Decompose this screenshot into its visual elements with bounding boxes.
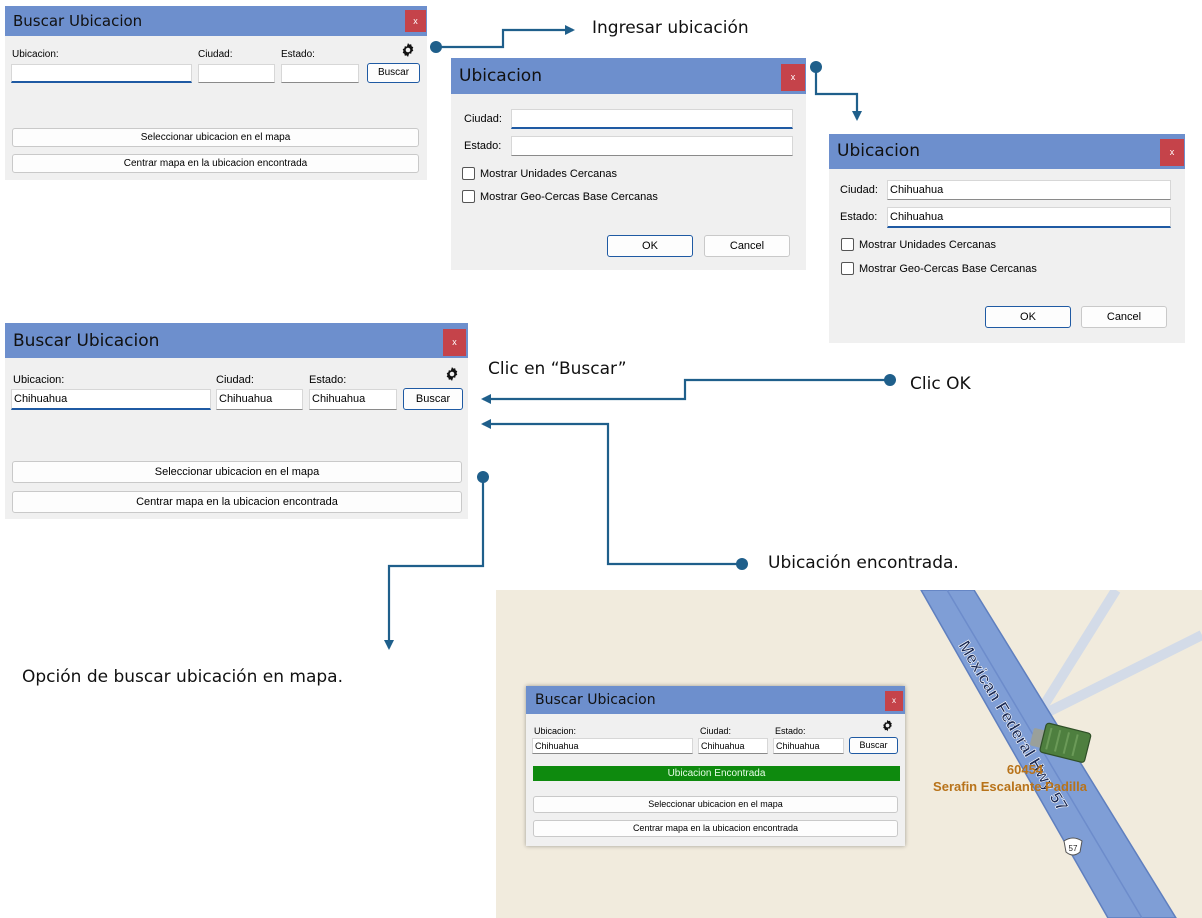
centrar-mapa-button[interactable]: Centrar mapa en la ubicacion encontrada (12, 154, 419, 173)
mostrar-unidades-checkbox[interactable]: Mostrar Unidades Cercanas (841, 238, 996, 251)
close-icon[interactable]: x (1160, 139, 1184, 166)
estado-input[interactable] (511, 136, 793, 156)
buscar-ubicacion-window-found: Buscar Ubicacion x Ubicacion: Ciudad: Es… (526, 686, 905, 846)
connector-dot (736, 558, 748, 570)
annotation-ubicacion-encontrada: Ubicación encontrada. (768, 553, 959, 573)
ciudad-label: Ciudad: (216, 374, 254, 386)
connector-dot (477, 471, 489, 483)
centrar-mapa-button[interactable]: Centrar mapa en la ubicacion encontrada (12, 491, 462, 513)
checkbox-box[interactable] (841, 238, 854, 251)
estado-label: Estado: (840, 211, 878, 223)
seleccionar-ubicacion-mapa-button[interactable]: Seleccionar ubicacion en el mapa (12, 128, 419, 147)
connector-dot (430, 41, 442, 53)
connector-dot (884, 374, 896, 386)
close-icon[interactable]: x (443, 329, 466, 356)
estado-label: Estado: (464, 140, 502, 152)
arrow-to-filled-dialog (814, 68, 862, 121)
estado-label: Estado: (309, 374, 347, 386)
seleccionar-ubicacion-mapa-button[interactable]: Seleccionar ubicacion en el mapa (533, 796, 898, 813)
ubicacion-input[interactable]: Chihuahua (11, 389, 211, 410)
seleccionar-ubicacion-mapa-button[interactable]: Seleccionar ubicacion en el mapa (12, 461, 462, 483)
ok-button[interactable]: OK (607, 235, 693, 257)
shield-number: 57 (1069, 844, 1078, 853)
checkbox-label: Mostrar Unidades Cercanas (859, 238, 996, 251)
ubicacion-label: Ubicacion: (12, 49, 59, 60)
gear-icon[interactable] (881, 719, 894, 732)
estado-input[interactable]: Chihuahua (887, 207, 1171, 228)
buscar-ubicacion-window-filled: Buscar Ubicacion x Ubicacion: Ciudad: Es… (5, 323, 468, 519)
annotation-clic-buscar: Clic en “Buscar” (488, 359, 627, 379)
checkbox-box[interactable] (462, 167, 475, 180)
cancel-button[interactable]: Cancel (704, 235, 790, 257)
dialog-title: Ubicacion (837, 141, 920, 161)
estado-input[interactable] (281, 64, 359, 83)
dialog-title: Ubicacion (459, 66, 542, 86)
ubicacion-input[interactable] (11, 64, 192, 83)
arrow-encontrada (481, 419, 741, 566)
close-icon[interactable]: x (885, 691, 903, 711)
ubicacion-label: Ubicacion: (534, 726, 577, 736)
gear-icon[interactable] (400, 42, 416, 58)
mostrar-geocercas-checkbox[interactable]: Mostrar Geo-Cercas Base Cercanas (462, 190, 658, 203)
arrow-clic-ok (481, 378, 888, 404)
ciudad-input[interactable]: Chihuahua (887, 180, 1171, 200)
close-icon[interactable]: x (781, 64, 805, 91)
highway-median (946, 590, 1143, 918)
buscar-button[interactable]: Buscar (367, 63, 420, 83)
ciudad-label: Ciudad: (464, 113, 502, 125)
ubicacion-input[interactable]: Chihuahua (532, 738, 693, 754)
ubicacion-dialog-empty: Ubicacion x Ciudad: Estado: Mostrar Unid… (451, 58, 806, 270)
annotation-ingresar-ubicacion: Ingresar ubicación (592, 18, 749, 38)
ubicacion-label: Ubicacion: (13, 374, 65, 386)
ciudad-label: Ciudad: (700, 726, 732, 736)
highway-shield-icon: 57 (1063, 837, 1083, 856)
title-bar: Buscar Ubicacion x (526, 686, 905, 714)
status-banner: Ubicacion Encontrada (533, 766, 900, 781)
connector-dot (810, 61, 822, 73)
checkbox-label: Mostrar Geo-Cercas Base Cercanas (859, 262, 1037, 275)
checkbox-box[interactable] (841, 262, 854, 275)
mostrar-geocercas-checkbox[interactable]: Mostrar Geo-Cercas Base Cercanas (841, 262, 1037, 275)
mostrar-unidades-checkbox[interactable]: Mostrar Unidades Cercanas (462, 167, 617, 180)
title-bar: Ubicacion x (829, 134, 1185, 169)
centrar-mapa-button[interactable]: Centrar mapa en la ubicacion encontrada (533, 820, 898, 837)
ubicacion-dialog-filled: Ubicacion x Ciudad: Chihuahua Estado: Ch… (829, 134, 1185, 343)
estado-input[interactable]: Chihuahua (773, 738, 844, 754)
checkbox-box[interactable] (462, 190, 475, 203)
ciudad-input[interactable] (511, 109, 793, 129)
unit-id-label: 60454 (1007, 762, 1044, 777)
ok-button[interactable]: OK (985, 306, 1071, 328)
arrow-to-dialog (436, 25, 575, 49)
buscar-button[interactable]: Buscar (849, 737, 898, 754)
annotation-clic-ok: Clic OK (910, 374, 971, 394)
checkbox-label: Mostrar Unidades Cercanas (480, 167, 617, 180)
window-title: Buscar Ubicacion (535, 692, 656, 708)
ciudad-input[interactable] (198, 64, 275, 83)
estado-label: Estado: (775, 726, 806, 736)
gear-icon[interactable] (444, 366, 460, 382)
ciudad-input[interactable]: Chihuahua (698, 738, 768, 754)
checkbox-label: Mostrar Geo-Cercas Base Cercanas (480, 190, 658, 203)
close-icon[interactable]: x (405, 10, 426, 32)
ciudad-input[interactable]: Chihuahua (216, 389, 303, 410)
estado-input[interactable]: Chihuahua (309, 389, 397, 410)
cancel-button[interactable]: Cancel (1081, 306, 1167, 328)
buscar-button[interactable]: Buscar (403, 388, 463, 410)
estado-label: Estado: (281, 49, 315, 60)
buscar-ubicacion-window-empty: Buscar Ubicacion x Ubicacion: Ciudad: Es… (5, 6, 427, 180)
title-bar: Ubicacion x (451, 58, 806, 94)
driver-name-label: Serafin Escalante Padilla (933, 779, 1088, 794)
window-title: Buscar Ubicacion (13, 331, 160, 351)
title-bar: Buscar Ubicacion x (5, 6, 427, 36)
window-title: Buscar Ubicacion (13, 12, 143, 30)
ciudad-label: Ciudad: (840, 184, 878, 196)
ciudad-label: Ciudad: (198, 49, 233, 60)
annotation-opcion-buscar-mapa: Opción de buscar ubicación en mapa. (22, 667, 343, 687)
title-bar: Buscar Ubicacion x (5, 323, 468, 358)
